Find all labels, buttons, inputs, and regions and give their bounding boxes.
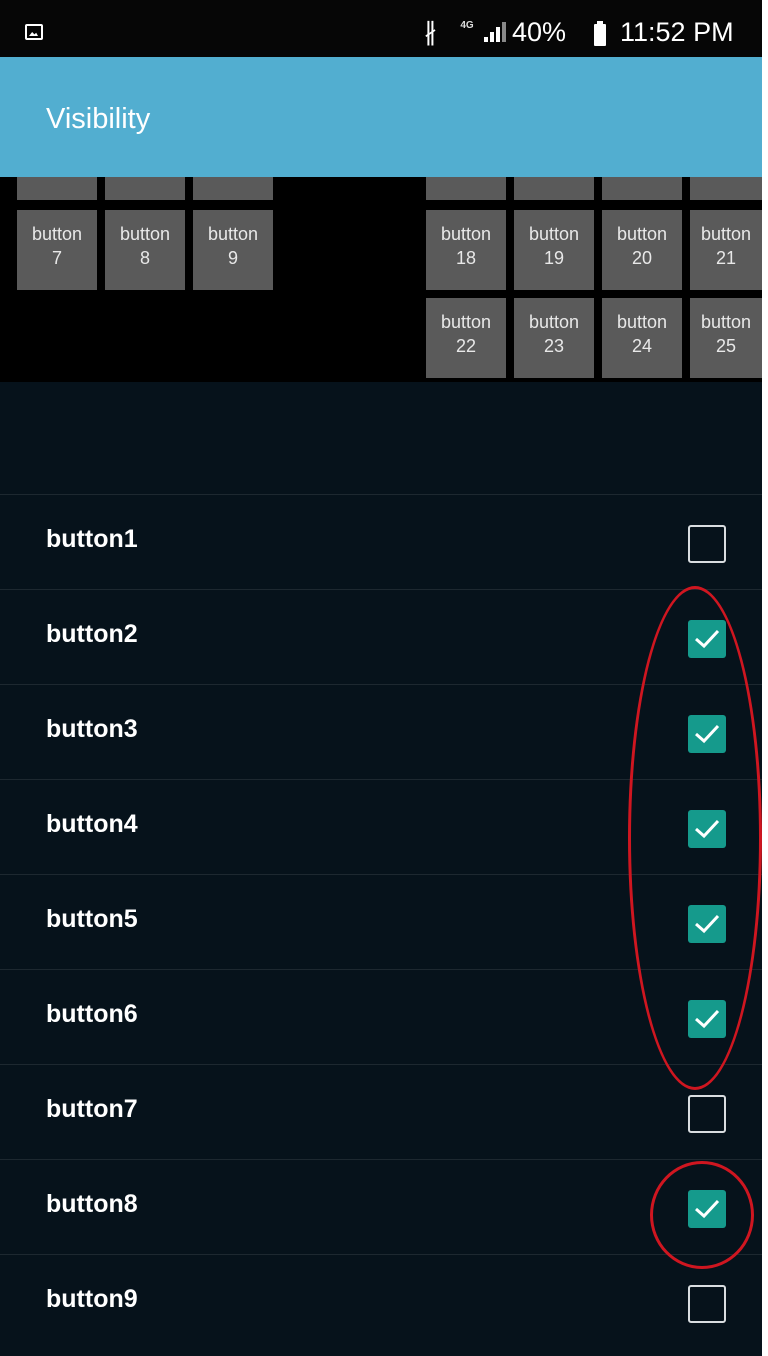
grid-button-19[interactable]: button 19	[514, 210, 594, 290]
visibility-list: button1 button2 button3 button4 button5 butto…	[0, 494, 762, 1349]
signal-icon	[484, 22, 506, 42]
checkmark-icon	[695, 724, 720, 744]
list-item-label: button4	[46, 810, 138, 838]
grid-button-number: 24	[631, 336, 653, 356]
list-item[interactable]: button7	[0, 1064, 762, 1159]
list-item-label: button5	[46, 905, 138, 933]
grid-button-23[interactable]: button 23	[514, 298, 594, 378]
visibility-checkbox[interactable]	[688, 905, 726, 943]
list-item-label: button6	[46, 1000, 138, 1028]
grid-button-label: button	[700, 312, 752, 332]
list-item[interactable]: button5	[0, 874, 762, 969]
page-title: Visibility	[46, 103, 151, 135]
clock: 11:52 PM	[620, 17, 734, 47]
grid-button-number: 7	[51, 248, 62, 268]
battery-percent: 40%	[512, 17, 567, 47]
grid-button-label: button	[700, 224, 752, 244]
grid-button-number: 21	[715, 248, 737, 268]
list-item-label: button7	[46, 1095, 138, 1123]
list-item[interactable]: button2	[0, 589, 762, 684]
checkmark-icon	[695, 914, 720, 934]
list-item[interactable]: button4	[0, 779, 762, 874]
app-bar: Visibility	[0, 57, 762, 177]
grid-button-label: button	[207, 224, 259, 244]
grid-button-number: 25	[715, 336, 737, 356]
list-item-label: button8	[46, 1190, 138, 1218]
grid-button-number: 23	[543, 336, 565, 356]
grid-button-number: 18	[455, 248, 477, 268]
visibility-checkbox[interactable]	[688, 715, 726, 753]
network-4g-icon: 4G	[460, 20, 474, 31]
grid-button-number: 9	[227, 248, 238, 268]
grid-button-24[interactable]: button 24	[602, 298, 682, 378]
visibility-checkbox[interactable]	[688, 810, 726, 848]
grid-button-label: button	[440, 224, 492, 244]
checkmark-icon	[695, 1009, 720, 1029]
list-item[interactable]: button3	[0, 684, 762, 779]
grid-button-label: button	[119, 224, 171, 244]
grid-button-21[interactable]: button 21	[690, 210, 762, 290]
visibility-checkbox[interactable]	[688, 620, 726, 658]
grid-button-7[interactable]: button 7	[17, 210, 97, 290]
list-item-label: button9	[46, 1285, 138, 1313]
list-item[interactable]: button8	[0, 1159, 762, 1254]
grid-button-number: 20	[631, 248, 653, 268]
app-screen: ∦ 4G 40% 11:52 PM Visibility 4 5 6button…	[0, 0, 762, 1356]
list-item[interactable]: button9	[0, 1254, 762, 1349]
list-item-label: button1	[46, 525, 138, 553]
grid-button-9[interactable]: button 9	[193, 210, 273, 290]
grid-button-number: 19	[543, 248, 565, 268]
button-grid: 4 5 6button7button8button9 14 15 16 17bu…	[0, 120, 762, 382]
list-item[interactable]: button6	[0, 969, 762, 1064]
checkmark-icon	[695, 819, 720, 839]
grid-button-label: button	[528, 312, 580, 332]
gallery-icon	[25, 24, 43, 40]
grid-button-label: button	[616, 224, 668, 244]
list-item[interactable]: button1	[0, 494, 762, 589]
grid-button-label: button	[528, 224, 580, 244]
list-item-label: button2	[46, 620, 138, 648]
bluetooth-icon: ∦	[424, 18, 437, 46]
visibility-checkbox[interactable]	[688, 525, 726, 563]
grid-button-20[interactable]: button 20	[602, 210, 682, 290]
grid-button-number: 8	[139, 248, 150, 268]
checkmark-icon	[695, 629, 720, 649]
status-bar: ∦ 4G 40% 11:52 PM	[0, 0, 762, 57]
battery-icon	[594, 21, 606, 46]
visibility-checkbox[interactable]	[688, 1190, 726, 1228]
grid-button-18[interactable]: button 18	[426, 210, 506, 290]
grid-button-25[interactable]: button 25	[690, 298, 762, 378]
grid-button-number: 22	[455, 336, 477, 356]
grid-button-label: button	[616, 312, 668, 332]
grid-button-8[interactable]: button 8	[105, 210, 185, 290]
visibility-checkbox[interactable]	[688, 1285, 726, 1323]
visibility-checkbox[interactable]	[688, 1000, 726, 1038]
list-item-label: button3	[46, 715, 138, 743]
grid-button-label: button	[440, 312, 492, 332]
grid-button-22[interactable]: button 22	[426, 298, 506, 378]
grid-button-label: button	[31, 224, 83, 244]
visibility-checkbox[interactable]	[688, 1095, 726, 1133]
checkmark-icon	[695, 1199, 720, 1219]
